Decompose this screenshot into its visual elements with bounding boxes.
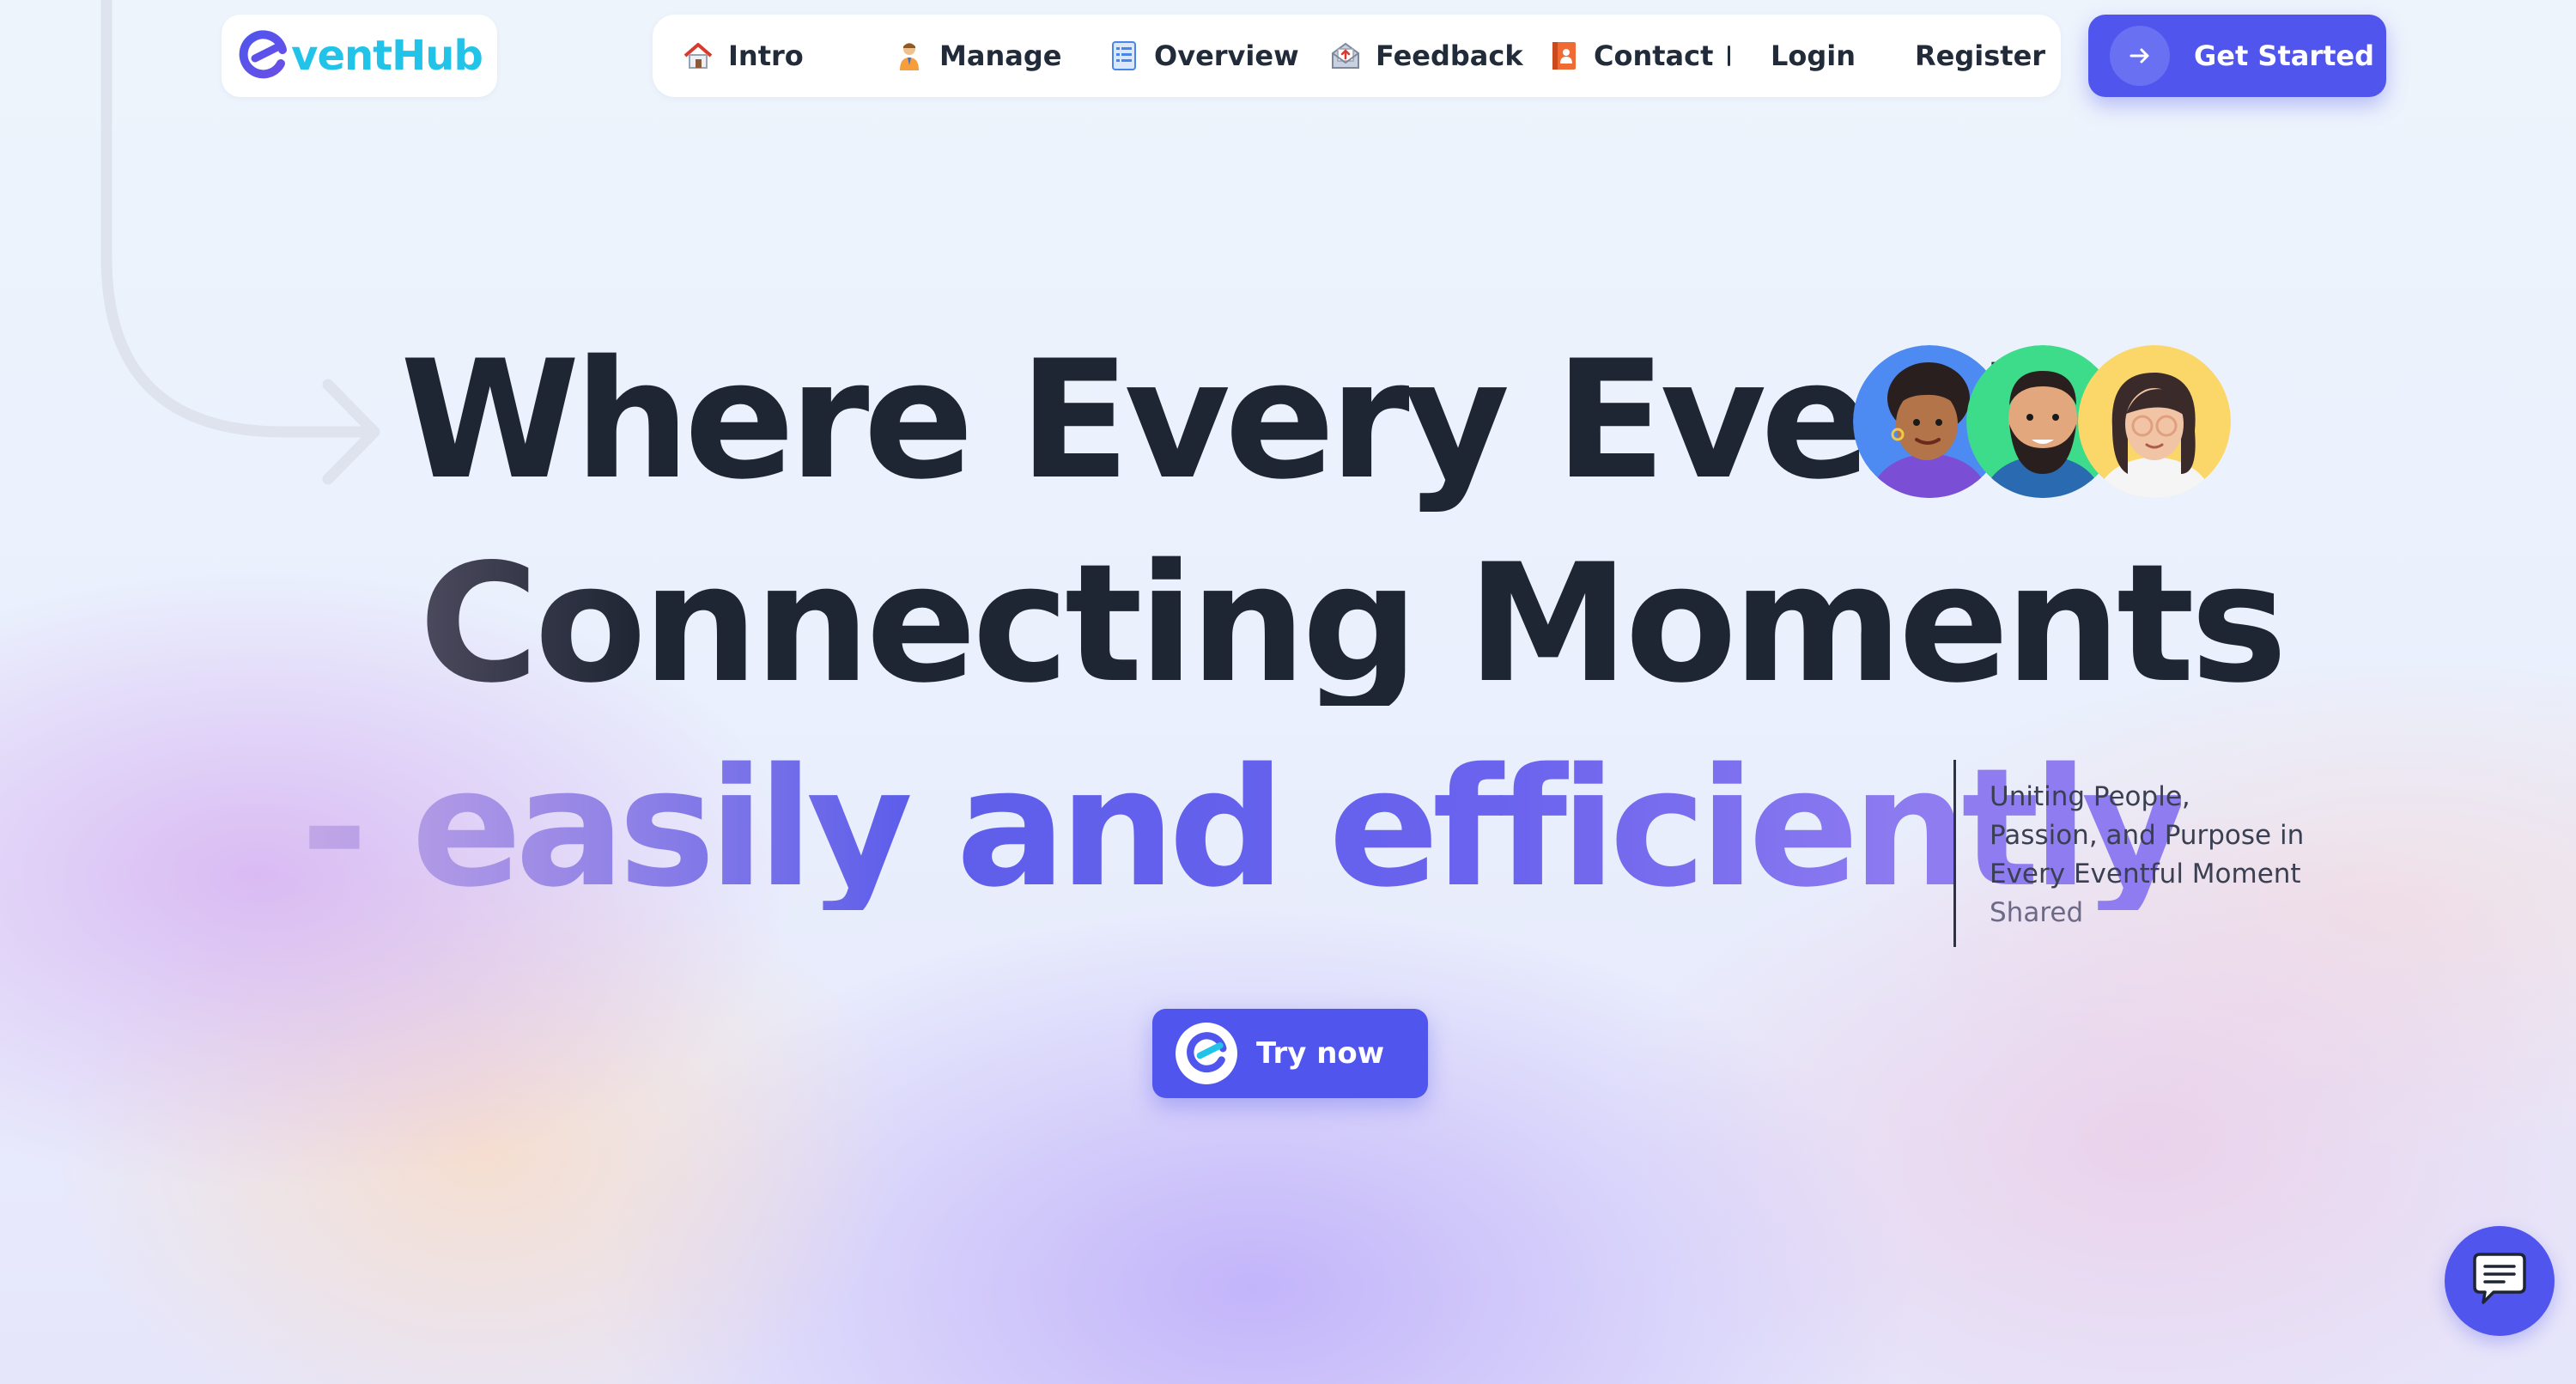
try-now-label: Try now: [1256, 1036, 1385, 1071]
hero-heading-line2: Connecting Moments: [419, 529, 2287, 719]
tagline-line1: Uniting People,: [1990, 781, 2190, 812]
nav-item-overview[interactable]: Overview: [1108, 15, 1299, 97]
arrow-right-icon: [2110, 26, 2170, 86]
nav-label-intro: Intro: [728, 39, 804, 72]
nav-label-overview: Overview: [1154, 39, 1299, 72]
login-link[interactable]: Login: [1771, 15, 1856, 97]
contact-book-icon: [1552, 42, 1576, 70]
hero-heading-line1: Where Every Event: [400, 325, 2053, 515]
nav-item-feedback[interactable]: Feedback: [1329, 15, 1523, 97]
chat-bubble-icon: [2473, 1253, 2526, 1304]
nav-item-contact[interactable]: Contact: [1547, 15, 1713, 97]
logo[interactable]: ventHub: [222, 15, 497, 97]
get-started-button[interactable]: Get Started: [2088, 15, 2386, 97]
nav-divider: [1728, 46, 1730, 66]
list-icon: [1112, 41, 1136, 70]
eventhub-logo-icon: [1176, 1023, 1237, 1084]
nav-label-manage: Manage: [939, 39, 1062, 72]
tagline-line2: Passion, and Purpose in: [1990, 820, 2305, 851]
hero-heading-line3: - easily and efficiently: [301, 733, 2188, 923]
main-nav: Intro Manage Overview Feedback Contact L…: [653, 15, 2061, 97]
envelope-icon: [1332, 42, 1359, 69]
hero-tagline: Uniting People, Passion, and Purpose in …: [1990, 778, 2333, 932]
login-label: Login: [1771, 39, 1856, 72]
house-icon: [683, 43, 713, 69]
eventhub-logo-icon: [239, 30, 288, 79]
tagline-divider: [1953, 760, 1956, 947]
avatar-woman-glasses: [2078, 345, 2231, 498]
tagline-line3: Every Eventful Moment: [1990, 859, 2301, 889]
try-now-button[interactable]: Try now: [1152, 1009, 1428, 1098]
nav-item-manage[interactable]: Manage: [893, 15, 1061, 97]
register-label: Register: [1915, 39, 2046, 72]
nav-label-feedback: Feedback: [1376, 39, 1523, 72]
chat-button[interactable]: [2445, 1226, 2555, 1336]
nav-item-intro[interactable]: Intro: [682, 15, 804, 97]
avatar-group: [1853, 345, 2231, 500]
person-icon: [900, 43, 919, 70]
register-link[interactable]: Register: [1915, 15, 2045, 97]
get-started-label: Get Started: [2194, 39, 2375, 72]
tagline-line4: Shared: [1990, 897, 2084, 928]
nav-label-contact: Contact: [1594, 39, 1714, 72]
logo-text: ventHub: [291, 32, 483, 80]
